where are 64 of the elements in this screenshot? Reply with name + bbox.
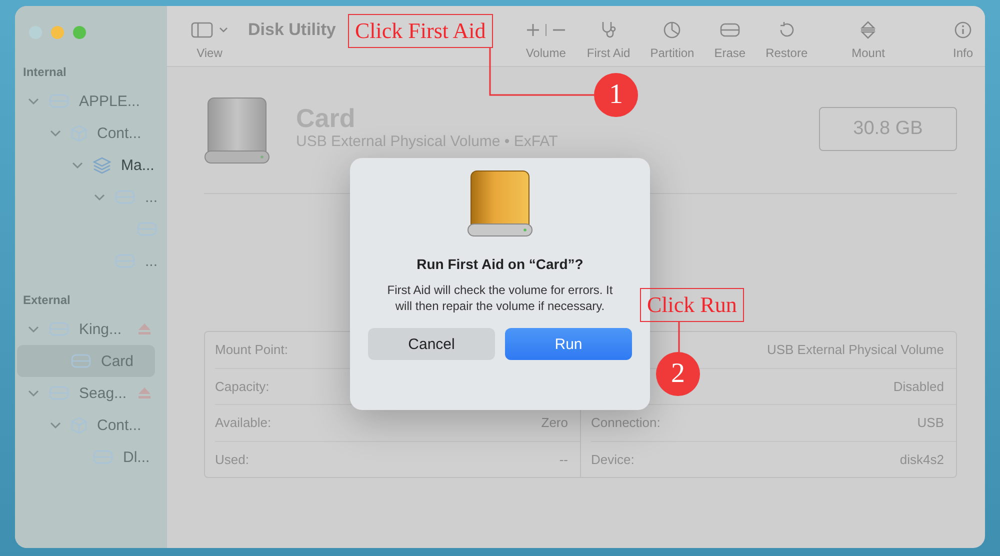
chevron-icon[interactable] bbox=[28, 390, 38, 396]
leader-line bbox=[677, 322, 681, 353]
stethoscope-icon bbox=[600, 21, 618, 39]
sidebar-item[interactable]: King... bbox=[17, 313, 155, 345]
annotation-label: Click First Aid bbox=[348, 14, 493, 48]
sidebar-item[interactable]: Seag... bbox=[17, 377, 155, 409]
drive-icon bbox=[71, 354, 91, 368]
eject-icon[interactable] bbox=[138, 323, 151, 335]
pie-icon bbox=[663, 21, 682, 39]
chevron-icon[interactable] bbox=[50, 130, 60, 136]
detail-value: Zero bbox=[541, 415, 568, 430]
restore-icon bbox=[778, 21, 796, 39]
sidebar-item[interactable]: Cont... bbox=[17, 409, 155, 441]
sidebar-item[interactable]: ... bbox=[17, 245, 155, 277]
external-drive-icon bbox=[467, 170, 533, 238]
sidebar-item[interactable]: Cont... bbox=[17, 117, 155, 149]
toolbar-button[interactable]: First Aid bbox=[586, 12, 630, 60]
eject-icon[interactable] bbox=[138, 387, 151, 399]
detail-label: Used: bbox=[215, 452, 249, 467]
detail-label: Connection: bbox=[591, 415, 660, 430]
toolbar-button[interactable]: Partition bbox=[650, 12, 694, 60]
section-heading: Internal bbox=[22, 64, 68, 81]
section-heading: External bbox=[22, 292, 72, 309]
chevron-icon[interactable] bbox=[28, 326, 38, 332]
detail-value: Disabled bbox=[893, 378, 944, 394]
chevron-icon[interactable] bbox=[28, 98, 38, 104]
detail-value: -- bbox=[559, 452, 568, 467]
annotation-label: Click Run bbox=[640, 288, 744, 322]
chevron-icon[interactable] bbox=[94, 194, 104, 200]
chevron-icon[interactable] bbox=[72, 162, 82, 168]
toolbar-button[interactable]: Mount bbox=[852, 12, 885, 60]
layers-icon bbox=[93, 156, 111, 174]
dialog-message: First Aid will check the volume for errors. It will then repair the volume if necessary. bbox=[386, 282, 614, 314]
view-button[interactable]: View bbox=[191, 12, 228, 60]
sidebar-item[interactable]: Dl... bbox=[17, 441, 155, 473]
detail-value: disk4s2 bbox=[900, 452, 944, 467]
detail-value: USB bbox=[917, 415, 944, 430]
mount-icon bbox=[859, 21, 878, 39]
detail-value: USB External Physical Volume bbox=[766, 342, 944, 358]
sidebar-item[interactable]: ... bbox=[17, 181, 155, 213]
dialog-title: Run First Aid on “Card”? bbox=[416, 256, 584, 272]
detail-label: Mount Point: bbox=[215, 342, 288, 358]
dialog-button[interactable]: Cancel bbox=[368, 328, 495, 360]
toolbar-button[interactable]: Restore bbox=[766, 12, 808, 60]
info-icon bbox=[954, 21, 972, 39]
detail-label: Device: bbox=[591, 452, 634, 467]
sidebar-item[interactable]: APPLE... bbox=[17, 85, 155, 117]
detail-label: Available: bbox=[215, 415, 272, 430]
toolbar-button[interactable]: Info bbox=[952, 12, 973, 60]
sidebar-item[interactable]: Ma... bbox=[17, 149, 155, 181]
chevron-icon bbox=[219, 27, 228, 33]
plus-minus-icon bbox=[524, 22, 567, 38]
toolbar-button[interactable]: Erase bbox=[714, 12, 746, 60]
drive-icon bbox=[720, 23, 740, 37]
sidebar-toggle-icon bbox=[191, 22, 213, 38]
chevron-icon[interactable] bbox=[50, 422, 60, 428]
external-drive-icon bbox=[204, 97, 270, 165]
toolbar-button[interactable]: Volume bbox=[524, 12, 567, 60]
detail-label: Capacity: bbox=[215, 378, 270, 394]
sidebar-item[interactable]: Card bbox=[17, 345, 155, 377]
dialog-button[interactable]: Run bbox=[505, 328, 632, 360]
zoom-button[interactable] bbox=[73, 26, 86, 39]
window-title: Disk Utility bbox=[248, 20, 336, 40]
minimize-button[interactable] bbox=[51, 26, 64, 39]
